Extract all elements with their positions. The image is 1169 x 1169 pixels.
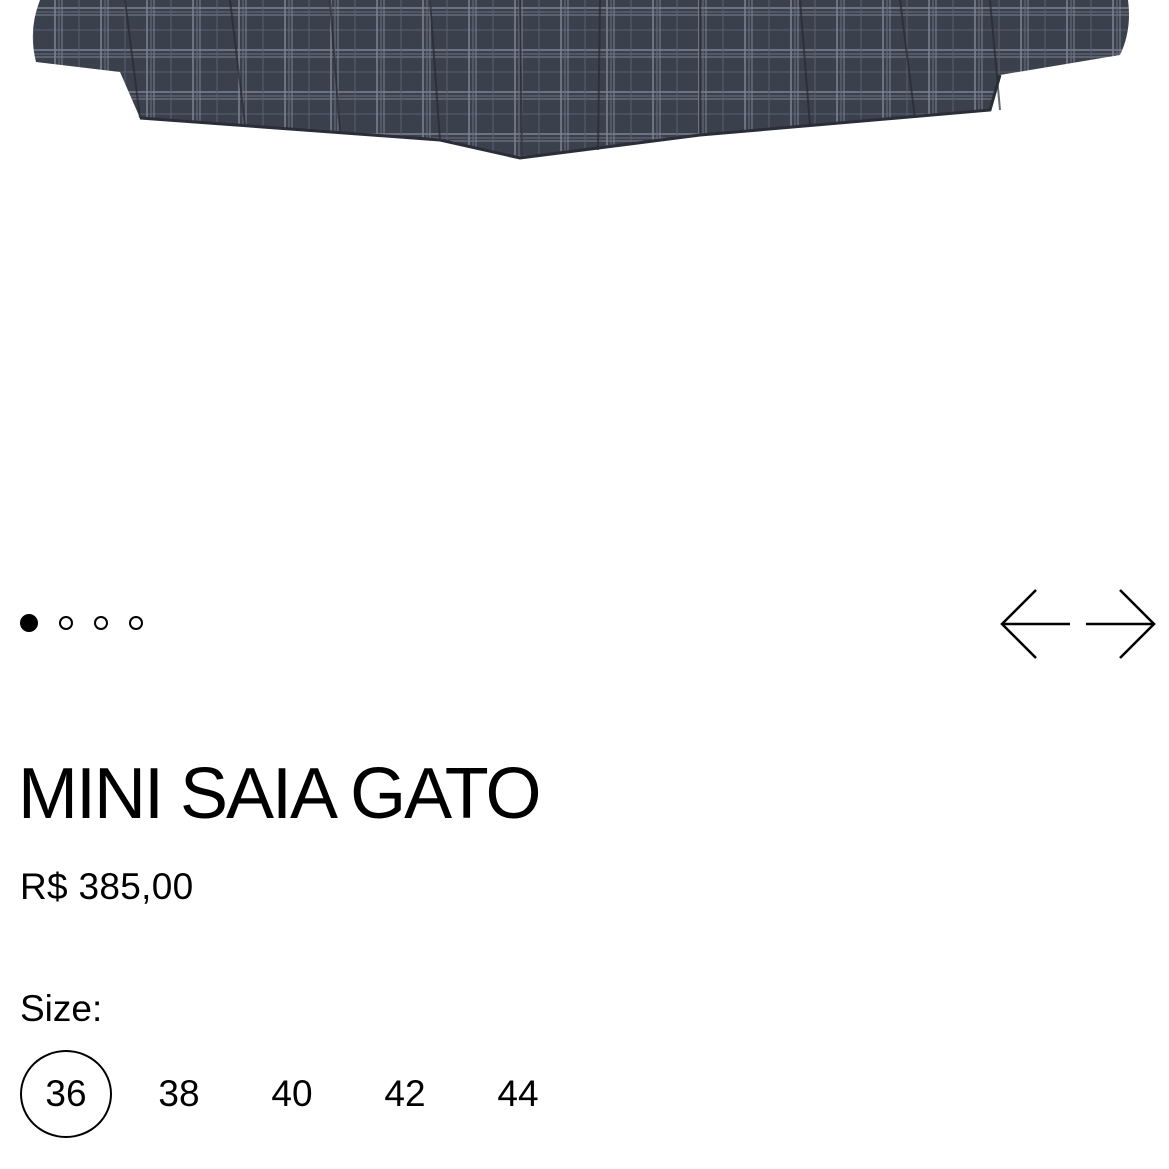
size-options: 36 38 40 42 44 bbox=[20, 1050, 585, 1138]
size-label: Size: bbox=[20, 988, 103, 1029]
arrow-right-icon bbox=[1086, 589, 1156, 659]
product-title: MINI SAIA GATO bbox=[18, 754, 541, 834]
carousel-dots bbox=[20, 614, 143, 632]
carousel-next-button[interactable] bbox=[1084, 588, 1158, 660]
carousel-dot-1[interactable] bbox=[20, 614, 38, 632]
product-page: MINI SAIA GATO R$ 385,00 Size: 36 38 40 … bbox=[0, 0, 1169, 1169]
size-option-44[interactable]: 44 bbox=[472, 1050, 564, 1138]
carousel-dot-4[interactable] bbox=[129, 616, 143, 630]
size-option-40[interactable]: 40 bbox=[246, 1050, 338, 1138]
size-option-36[interactable]: 36 bbox=[20, 1050, 112, 1138]
product-price: R$ 385,00 bbox=[20, 866, 194, 907]
size-option-42[interactable]: 42 bbox=[359, 1050, 451, 1138]
size-option-38[interactable]: 38 bbox=[133, 1050, 225, 1138]
carousel-prev-button[interactable] bbox=[998, 588, 1072, 660]
carousel-dot-3[interactable] bbox=[94, 616, 108, 630]
product-image[interactable] bbox=[0, 0, 1169, 580]
skirt-image bbox=[32, 0, 1129, 160]
arrow-left-icon bbox=[1000, 589, 1070, 659]
carousel-dot-2[interactable] bbox=[59, 616, 73, 630]
